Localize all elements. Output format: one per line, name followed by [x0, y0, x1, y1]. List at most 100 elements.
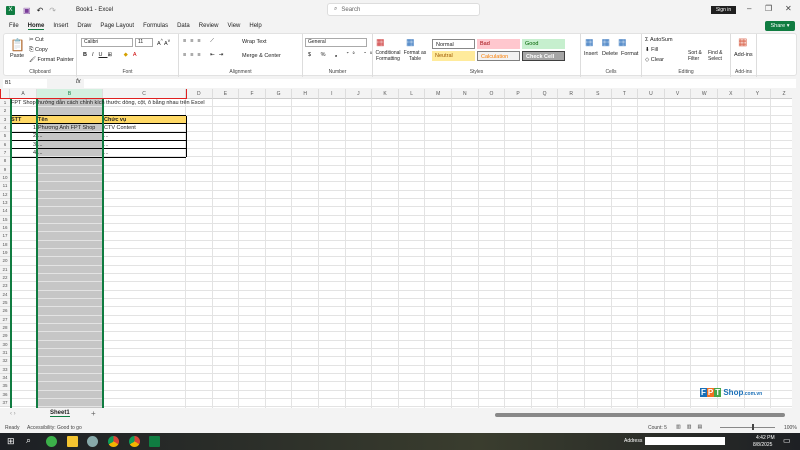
save-icon[interactable]: ▣ [23, 6, 31, 15]
column-header-H[interactable]: H [292, 89, 319, 99]
column-header-S[interactable]: S [585, 89, 612, 99]
share-button[interactable]: Share ▾ [765, 21, 795, 31]
copy-button[interactable]: ⎘ Copy [29, 47, 48, 54]
autosum-button[interactable]: Σ AutoSum [645, 37, 673, 43]
wrap-text-button[interactable]: Wrap Text [242, 39, 267, 45]
style-calculation[interactable]: Calculation [477, 51, 520, 61]
find-select-button[interactable]: Find & Select [708, 50, 728, 62]
row-header-7[interactable]: 7 [0, 148, 10, 158]
spreadsheet-grid[interactable]: A B C D E F G H I J K L M N O P Q R S T U V W X Y Z 1 2 3 4 5 6 7 8 9 10 11 1… [0, 89, 792, 408]
vertical-scrollbar[interactable] [792, 89, 800, 408]
sheet-nav-icons[interactable]: ‹ › [10, 411, 16, 417]
windows-start-icon[interactable]: ⊞ [7, 436, 15, 447]
column-header-T[interactable]: T [611, 89, 639, 99]
tab-formulas[interactable]: Formulas [143, 23, 168, 29]
column-header-L[interactable]: L [398, 89, 426, 99]
style-normal[interactable]: Normal [432, 39, 475, 49]
row-header-21[interactable]: 21 [0, 265, 10, 274]
column-header-U[interactable]: U [638, 89, 665, 99]
view-icons[interactable]: ▥▥▤ [676, 424, 708, 430]
excel-taskbar-icon[interactable] [149, 436, 160, 447]
accessibility-status[interactable]: Accessibility: Good to go [27, 425, 82, 431]
paste-icon[interactable]: 📋 [10, 38, 25, 52]
conditional-formatting-button[interactable]: Conditional Formatting [374, 50, 402, 62]
clear-button[interactable]: ◇ Clear [645, 57, 664, 63]
row-header-29[interactable]: 29 [0, 332, 10, 341]
row-header-30[interactable]: 30 [0, 340, 10, 349]
column-header-X[interactable]: X [718, 89, 745, 99]
row-header-23[interactable]: 23 [0, 282, 10, 291]
column-header-N[interactable]: N [452, 89, 479, 99]
row-header-3[interactable]: 3 [0, 115, 10, 124]
row-header-25[interactable]: 25 [0, 298, 10, 308]
fill-button[interactable]: ⬇ Fill [645, 47, 658, 53]
row-header-9[interactable]: 9 [0, 165, 10, 174]
column-header-R[interactable]: R [558, 89, 585, 99]
column-header-K[interactable]: K [372, 89, 399, 99]
format-buttons[interactable]: BIU⊞ ◆A [83, 52, 142, 58]
column-header-Z[interactable]: Z [771, 89, 792, 99]
cell-B4[interactable]: Phương Anh FPT Shop [37, 124, 96, 132]
undo-icon[interactable]: ↶ [37, 6, 44, 15]
column-header-D[interactable]: D [186, 89, 213, 99]
row-header-28[interactable]: 28 [0, 323, 10, 333]
formula-input[interactable] [84, 79, 796, 88]
cell-C4[interactable]: CTV Content [103, 124, 137, 132]
row-header-10[interactable]: 10 [0, 173, 10, 183]
zoom-slider[interactable] [720, 427, 775, 428]
style-bad[interactable]: Bad [477, 39, 520, 49]
merge-center-button[interactable]: Merge & Center [242, 53, 281, 59]
row-header-17[interactable]: 17 [0, 232, 10, 241]
column-header-E[interactable]: E [212, 89, 240, 99]
font-size-select[interactable]: 11 [135, 38, 153, 47]
column-header-I[interactable]: I [319, 89, 346, 99]
zoom-level[interactable]: 100% [784, 425, 797, 431]
cell-A4[interactable]: 1 [10, 124, 37, 132]
search-icon[interactable]: ⌕ [26, 435, 31, 446]
row-header-26[interactable]: 26 [0, 307, 10, 316]
row-header-14[interactable]: 14 [0, 207, 10, 216]
name-box[interactable]: B1 [3, 79, 47, 88]
chrome-icon[interactable] [129, 436, 140, 447]
font-name-select[interactable]: Calibri [81, 38, 133, 47]
column-header-P[interactable]: P [505, 89, 532, 99]
row-header-20[interactable]: 20 [0, 257, 10, 266]
cell-C6[interactable]: ... [103, 141, 110, 149]
row-header-34[interactable]: 34 [0, 373, 10, 383]
cell-A1[interactable]: FPT Shop [10, 99, 37, 107]
row-header-15[interactable]: 15 [0, 215, 10, 224]
cell-A6[interactable]: 3 [10, 141, 37, 149]
number-format-select[interactable]: General [305, 38, 367, 47]
delete-button[interactable]: Delete [602, 51, 618, 57]
format-painter-button[interactable]: 🖌 Format Painter [29, 57, 74, 63]
minimize-icon[interactable]: – [747, 4, 751, 13]
format-button[interactable]: Format [621, 51, 638, 57]
column-header-Y[interactable]: Y [744, 89, 772, 99]
row-header-35[interactable]: 35 [0, 382, 10, 391]
cell-B7[interactable]: ... [37, 149, 44, 157]
add-sheet-icon[interactable]: + [91, 409, 96, 418]
close-icon[interactable]: ✕ [785, 4, 792, 13]
row-header-22[interactable]: 22 [0, 273, 10, 283]
style-neutral[interactable]: Neutral [432, 51, 475, 61]
notification-icon[interactable]: ▭ [783, 436, 791, 445]
sort-filter-button[interactable]: Sort & Filter [688, 50, 706, 62]
cell-B6[interactable]: ... [37, 141, 44, 149]
sign-in-button[interactable]: Sign in [711, 6, 736, 14]
row-header-31[interactable]: 31 [0, 348, 10, 358]
row-header-32[interactable]: 32 [0, 357, 10, 366]
row-header-6[interactable]: 6 [0, 140, 10, 149]
cell-B3[interactable]: Tên [37, 116, 49, 124]
row-header-16[interactable]: 16 [0, 223, 10, 233]
cell-A5[interactable]: 2 [10, 132, 37, 140]
app-icon[interactable] [46, 436, 57, 447]
column-header-J[interactable]: J [345, 89, 373, 99]
cell-A7[interactable]: 4 [10, 149, 37, 157]
style-check-cell[interactable]: Check Cell [522, 51, 565, 61]
cut-button[interactable]: ✂ Cut [29, 37, 44, 43]
tab-view[interactable]: View [227, 23, 240, 29]
row-header-19[interactable]: 19 [0, 248, 10, 258]
style-good[interactable]: Good [522, 39, 565, 49]
search-input[interactable]: ⌕ Search [327, 3, 480, 16]
horizontal-scrollbar[interactable] [495, 413, 785, 417]
